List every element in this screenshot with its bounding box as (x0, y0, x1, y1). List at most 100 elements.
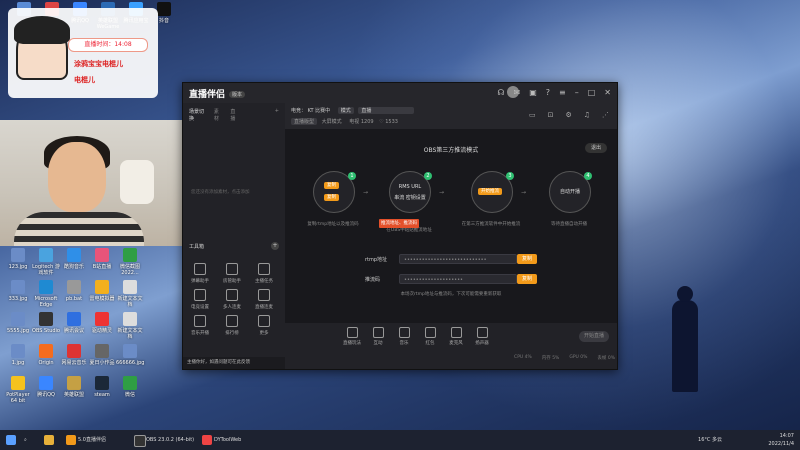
desktop-icon[interactable]: PotPlayer 64 bit (4, 376, 32, 404)
help-icon[interactable]: ? (546, 88, 550, 97)
copy-rtmp-button[interactable]: 复制 (517, 254, 537, 264)
bottom-tool[interactable]: 麦克风 (445, 327, 467, 346)
tab-scenes[interactable]: 场景切换 (189, 108, 206, 122)
stream-overlay-card: 直播时间：14:08 涂鸦宝宝电棍儿 电棍儿 (8, 8, 158, 98)
tool-item[interactable]: 音乐开播 (185, 315, 215, 336)
chrome-icon[interactable] (42, 433, 56, 447)
desktop-icon[interactable]: 英雄联盟 (60, 376, 88, 398)
tool-icon (194, 263, 206, 275)
layout-pill[interactable]: 直播版型 (291, 118, 318, 125)
desktop-icon[interactable]: 驱动精灵 (88, 312, 116, 334)
desktop-icon[interactable]: 333.jpg (4, 280, 32, 302)
copy-stream-key-button[interactable]: 复制 (517, 274, 537, 284)
bottom-tool[interactable]: 互动 (367, 327, 389, 346)
desktop-icon[interactable]: 雷电模拟器 (88, 280, 116, 302)
weather-widget[interactable]: 16°C 多云 (698, 436, 722, 443)
desktop-icon[interactable]: pb.bat (60, 280, 88, 302)
tool-item[interactable]: 多人连麦 (217, 289, 247, 310)
desktop-icon[interactable]: 腾讯QQ (32, 376, 60, 398)
stream-pill[interactable]: 直播 (358, 107, 415, 114)
message-icon[interactable]: ✉ (514, 88, 521, 97)
start-icon[interactable] (4, 433, 18, 447)
desktop-icon[interactable]: 网易云音乐 (60, 344, 88, 366)
person-face (48, 142, 106, 212)
room-info-row-2: 直播版型 大屏模式 电视 1209 ♡ 1533 (291, 118, 398, 125)
system-clock[interactable]: 14:07 2022/11/4 (768, 432, 794, 448)
mode-pill[interactable]: 模式 (337, 107, 354, 114)
room-title[interactable]: KT 比赛中 (308, 108, 331, 114)
obs-mode-panel: OBS第三方推流模式 退出 1 复制 复制 → 2 RMS URL 串流 密钥设… (285, 129, 617, 323)
tool-item[interactable]: 更多 (249, 315, 279, 336)
live-companion-window: 直播伴侣 版本 ☊ ✉ ▣ ? ≡ – □ ✕ 场景切换 素材 直播 + 您还没有… (182, 82, 618, 370)
settings-icon[interactable]: ⚙ (565, 111, 571, 119)
close-icon[interactable]: ✕ (604, 88, 611, 97)
tool-item[interactable]: 排行榜 (217, 315, 247, 336)
desktop-icon[interactable]: 新建文本文档 (116, 280, 144, 308)
stream-key-field[interactable]: •••••••••••••••••••• (399, 274, 517, 284)
tab-add[interactable]: + (275, 108, 279, 122)
layout-type[interactable]: 大屏模式 (322, 119, 342, 125)
bell-icon[interactable]: ♫ (584, 111, 590, 119)
desktop-icon[interactable]: 123.jpg (4, 248, 32, 270)
overlay-line-2: 电棍儿 (74, 76, 95, 84)
desktop-icon[interactable]: steam (88, 376, 116, 398)
bottom-tool[interactable]: 扬声器 (471, 327, 493, 346)
bottom-tool[interactable]: 直播玩法 (341, 327, 363, 346)
desktop-icon[interactable]: Logitech 游戏软件 (32, 248, 60, 276)
version-badge[interactable]: 版本 (229, 91, 246, 98)
desktop-icon[interactable]: 微信 (116, 376, 144, 398)
tool-icon (258, 263, 270, 275)
tool-item[interactable]: 直播连麦 (249, 289, 279, 310)
desktop-icon[interactable]: 1.jpg (4, 344, 32, 366)
menu-icon[interactable]: ≡ (559, 88, 566, 97)
gift-icon[interactable]: ▣ (529, 88, 537, 97)
step-3-number: 3 (506, 172, 514, 180)
desktop-icon[interactable]: 666666.jpg (116, 344, 144, 366)
desktop-icon[interactable]: 夏日小作品 (88, 344, 116, 366)
stat-item: CPU 4% (514, 355, 532, 360)
lock-icon[interactable]: ⊡ (548, 111, 554, 119)
desktop-icon[interactable]: Origin (32, 344, 60, 366)
tool-item[interactable]: 房管助手 (217, 263, 247, 284)
desktop-icon[interactable]: 新建文本文档 (116, 312, 144, 340)
desktop-icon[interactable]: 腾讯会议 (60, 312, 88, 334)
exit-mode-button[interactable]: 退出 (585, 143, 607, 153)
taskbar-item-live-companion[interactable]: 5.0直播伴侣 (64, 433, 128, 447)
step-4-number: 4 (584, 172, 592, 180)
taskbar-item-dytoolweb[interactable]: DYToolWeb (200, 433, 264, 447)
tool-item[interactable]: 主播任务 (249, 263, 279, 284)
maximize-icon[interactable]: □ (588, 88, 596, 97)
stat-item: 内存 5% (541, 356, 560, 361)
stream-key-label: 推流码 (365, 277, 381, 283)
desktop-icon[interactable]: B站直播 (88, 248, 116, 270)
tool-item[interactable]: 电竞设置 (185, 289, 215, 310)
tab-materials[interactable]: 素材 (214, 108, 222, 122)
tool-item[interactable]: 弹幕助手 (185, 263, 215, 284)
record-icon[interactable]: ▭ (529, 111, 536, 119)
empty-materials-text: 您还没有添加素材，点击添加 (191, 190, 250, 195)
minimize-icon[interactable]: – (575, 88, 579, 97)
search-icon[interactable]: ⌕ (24, 433, 38, 447)
headset-icon[interactable]: ☊ (497, 88, 504, 97)
desktop-icon[interactable]: OBS Studio (32, 312, 60, 334)
notice-bar[interactable]: 主播你好，如遇问题可在此反馈 (183, 357, 285, 369)
start-live-button[interactable]: 开始直播 (579, 331, 609, 342)
cat-figure (120, 160, 154, 204)
bottom-tool[interactable]: 音乐 (393, 327, 415, 346)
viewers-label: 电视 (349, 119, 360, 125)
step-1-desc: 复制rtmp地址以及推流码 (307, 222, 359, 227)
toolbox-add-button[interactable]: + (271, 242, 279, 250)
tab-live[interactable]: 直播 (230, 108, 238, 122)
rtmp-address-field[interactable]: •••••••••••••••••••••••••••• (399, 254, 517, 264)
desktop-icon[interactable]: Microsoft Edge (32, 280, 60, 308)
desktop-icon[interactable]: 微信截图 2022... (116, 248, 144, 276)
taskbar-item-obs[interactable]: OBS 23.0.2 (64-bit) (132, 433, 196, 447)
bottom-tool[interactable]: 红包 (419, 327, 441, 346)
share-icon[interactable]: ⋰ (602, 111, 609, 119)
desktop-icon[interactable]: 5555.jpg (4, 312, 32, 334)
tool-icon (194, 315, 206, 327)
top-right-tools: ▭ ⊡ ⚙ ♫ ⋰ (529, 111, 609, 119)
tool-icon (226, 263, 238, 275)
desktop-icon[interactable]: 酷狗音乐 (60, 248, 88, 270)
mode-title: OBS第三方推流模式 (423, 147, 479, 154)
